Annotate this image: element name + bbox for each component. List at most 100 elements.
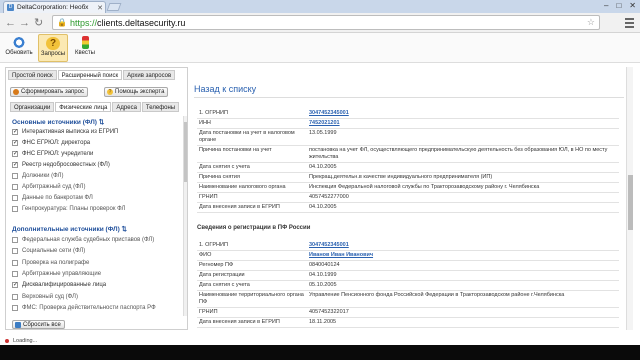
field-value: постановка на учет ФЛ, осуществляющего п… xyxy=(307,145,619,163)
checkbox[interactable] xyxy=(12,270,18,277)
quests-button[interactable]: Квесты xyxy=(70,34,100,62)
window-controls: – □ ✕ xyxy=(604,1,636,10)
field-value: Прекращ.деятельн.в качестве индивидуальн… xyxy=(307,172,619,183)
url-field[interactable]: 🔒 https://clients.deltasecurity.ru ☆ xyxy=(52,15,600,30)
source-label: Арбитражный суд (ФЛ) xyxy=(22,184,86,190)
tab-addresses[interactable]: Адреса xyxy=(112,102,141,112)
source-checkbox-item[interactable]: Верховный суд (ФЛ) xyxy=(12,293,78,301)
checkbox[interactable] xyxy=(12,195,18,201)
field-link[interactable]: 7452021201 xyxy=(307,118,619,129)
field-link[interactable]: Иванов Иван Иванович xyxy=(307,250,619,261)
field-link[interactable]: 3047452345001 xyxy=(307,109,619,119)
tab-phones[interactable]: Телефоны xyxy=(141,102,180,112)
source-checkbox-item[interactable]: Социальные сети (ФЛ) xyxy=(12,247,85,255)
checkbox[interactable] xyxy=(12,248,18,255)
checkbox[interactable] xyxy=(12,173,18,179)
forward-arrow-icon[interactable]: → xyxy=(19,16,30,30)
source-label: Верховный суд (ФЛ) xyxy=(22,293,78,300)
tab-individuals[interactable]: Физические лица xyxy=(55,102,112,112)
favicon-icon: D xyxy=(7,4,14,11)
scrollbar-thumb[interactable] xyxy=(184,122,187,182)
checkbox[interactable]: ✓ xyxy=(12,129,18,135)
source-label: ФНС ЕГРЮЛ: директора xyxy=(22,140,91,146)
sources-scrollbar[interactable] xyxy=(183,116,187,316)
tab-organizations[interactable]: Организации xyxy=(10,102,55,112)
main-sources-title[interactable]: Основные источники (ФЛ) ⇅ xyxy=(12,118,104,126)
close-tab-icon[interactable]: ✕ xyxy=(97,4,103,12)
source-checkbox-item[interactable]: ✓ ФНС ЕГРЮЛ: директора xyxy=(12,139,90,147)
requests-button[interactable]: ? Запросы xyxy=(38,34,68,62)
source-label: Социальные сети (ФЛ) xyxy=(22,248,86,255)
back-to-list-link[interactable]: Назад к списку xyxy=(194,84,256,94)
field-name: Регномер ПФ xyxy=(197,260,307,271)
reload-icon[interactable]: ↻ xyxy=(34,16,43,30)
table-row: Причина снятия Прекращ.деятельн.в качеств… xyxy=(197,172,619,183)
entity-tabs: Организации Физические лица Адреса Телеф… xyxy=(10,102,180,112)
source-checkbox-item[interactable]: Генпрокуратура: Планы проверок ФЛ xyxy=(12,205,125,213)
checkbox[interactable] xyxy=(12,304,18,311)
checkbox[interactable] xyxy=(12,293,18,300)
source-label: Дисквалифицированные лица xyxy=(22,282,107,289)
source-checkbox-item[interactable]: ФМС: Проверка действительности паспорта … xyxy=(12,304,156,312)
field-name: Дата внесения записи в ЕГРИП xyxy=(197,317,307,328)
new-tab-button[interactable] xyxy=(106,3,122,11)
source-checkbox-item[interactable]: Федеральная служба судебных приставов (Ф… xyxy=(12,236,154,244)
tab-advanced-search[interactable]: Расширенный поиск xyxy=(57,70,123,80)
source-checkbox-item[interactable]: ✓ ФНС ЕГРЮЛ: учредители xyxy=(12,150,93,158)
checkbox[interactable] xyxy=(12,206,18,212)
tab-simple-search[interactable]: Простой поиск xyxy=(8,70,57,80)
bookmark-star-icon[interactable]: ☆ xyxy=(587,17,595,28)
checkbox[interactable]: ✓ xyxy=(12,151,18,157)
table-row: ФИО Иванов Иван Иванович xyxy=(197,250,619,261)
field-value: Инспекция Федеральной налоговой службы п… xyxy=(307,182,619,193)
table-row: 1. ОГРНИП 3047452345001 xyxy=(197,241,619,251)
checkbox[interactable] xyxy=(12,259,18,266)
table-row: 1. ОГРНИП 3047452345001 xyxy=(197,109,619,119)
requests-label: Запросы xyxy=(40,51,66,57)
source-checkbox-item[interactable]: Арбитражный суд (ФЛ) xyxy=(12,183,85,191)
checkbox[interactable]: ✓ xyxy=(12,140,18,146)
expert-help-button[interactable]: ? Помощь эксперта xyxy=(104,87,169,97)
close-window-icon[interactable]: ✕ xyxy=(629,1,636,10)
field-link[interactable]: 3047452345001 xyxy=(307,241,619,251)
table-row: Дата внесения записи в ЕГРИП 04.10.2005 xyxy=(197,202,619,213)
reset-all-button[interactable]: Сбросить все xyxy=(12,320,65,329)
browser-tab[interactable]: D DeltaCorporation: Необх ✕ xyxy=(3,1,106,13)
extra-sources-title[interactable]: Дополнительные источники (ФЛ) ⇅ xyxy=(12,225,127,233)
reset-icon xyxy=(15,322,21,328)
traffic-light-icon xyxy=(81,36,89,49)
field-value: 05.10.2005 xyxy=(307,280,619,291)
field-name: ГРНИП xyxy=(197,307,307,318)
source-label: Генпрокуратура: Планы проверок ФЛ xyxy=(22,206,126,212)
back-arrow-icon[interactable]: ← xyxy=(5,16,16,30)
status-bar: Loading... xyxy=(0,337,640,345)
checkbox[interactable] xyxy=(12,237,18,243)
tab-request-archive[interactable]: Архив запросов xyxy=(123,70,176,80)
page-scrollbar-thumb[interactable] xyxy=(628,175,633,230)
checkbox[interactable]: ✓ xyxy=(12,282,18,289)
maximize-icon[interactable]: □ xyxy=(616,1,621,10)
field-name: 1. ОГРНИП xyxy=(197,241,307,251)
form-request-button[interactable]: Сформировать запрос xyxy=(10,87,88,97)
field-name: 1. ОГРНИП xyxy=(197,109,307,119)
table-row: Причина постановки на учет постановка на … xyxy=(197,145,619,163)
minimize-icon[interactable]: – xyxy=(604,1,608,10)
browser-menu-icon[interactable] xyxy=(625,18,634,30)
result-panel: Назад к списку 1. ОГРНИП 3047452345001 ИНН… xyxy=(192,67,627,330)
field-name: Причина постановки на учет xyxy=(197,145,307,163)
source-checkbox-item[interactable]: Должники (ФЛ) xyxy=(12,172,63,180)
page-scrollbar[interactable] xyxy=(626,67,633,330)
url-scheme: https:// xyxy=(69,17,97,28)
field-value: 13.05.1999 xyxy=(307,128,619,146)
source-checkbox-item[interactable]: Проверка на полиграфе xyxy=(12,259,89,267)
source-checkbox-item[interactable]: Данные по банкротам ФЛ xyxy=(12,194,93,202)
source-checkbox-item[interactable]: ✓ Реестр недобросовестных (ФЛ) xyxy=(12,161,110,169)
source-checkbox-item[interactable]: Арбитражные управляющие xyxy=(12,270,101,278)
refresh-button[interactable]: Обновить xyxy=(4,34,34,62)
table-row: Дата постановки на учет в налоговом орга… xyxy=(197,128,619,146)
checkbox[interactable] xyxy=(12,184,18,190)
source-checkbox-item[interactable]: ✓ Интерактивная выписка из ЕГРИП xyxy=(12,128,118,136)
checkbox[interactable]: ✓ xyxy=(12,162,18,168)
video-bar xyxy=(0,345,640,360)
source-checkbox-item[interactable]: ✓ Дисквалифицированные лица xyxy=(12,281,106,289)
